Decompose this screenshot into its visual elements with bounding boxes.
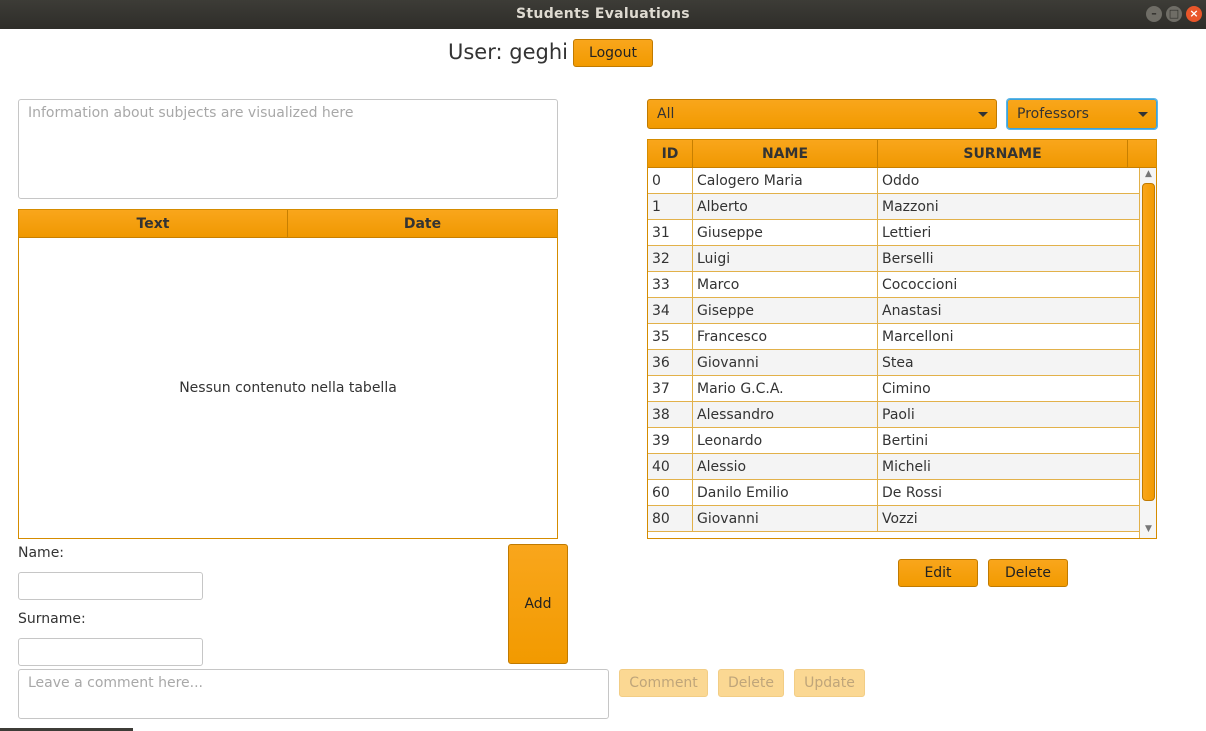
table-row[interactable]: 80 Giovanni Vozzi — [648, 506, 1139, 532]
delete-professor-button[interactable]: Delete — [988, 559, 1068, 587]
table-row[interactable]: 39 Leonardo Bertini — [648, 428, 1139, 454]
cell-name: Leonardo — [693, 428, 878, 454]
surname-label: Surname: — [18, 611, 86, 627]
cell-name: Alessandro — [693, 402, 878, 428]
cell-id: 33 — [648, 272, 693, 298]
scroll-down-icon[interactable]: ▼ — [1140, 524, 1156, 534]
user-label: User: geghi — [448, 40, 568, 64]
cell-name: Luigi — [693, 246, 878, 272]
name-label: Name: — [18, 545, 65, 561]
cell-id: 34 — [648, 298, 693, 324]
table-row[interactable]: 35 Francesco Marcelloni — [648, 324, 1139, 350]
cell-surname: De Rossi — [882, 485, 942, 501]
filter-combo-all[interactable]: All — [647, 99, 997, 129]
table-row[interactable]: 31 Giuseppe Lettieri — [648, 220, 1139, 246]
column-header-text[interactable]: Text — [19, 210, 288, 238]
logout-button[interactable]: Logout — [573, 39, 653, 67]
chevron-down-icon — [978, 112, 988, 117]
table-row[interactable]: 37 Mario G.C.A. Cimino — [648, 376, 1139, 402]
cell-surname: Oddo — [882, 173, 920, 189]
subjects-info-area[interactable]: Information about subjects are visualize… — [18, 99, 558, 199]
cell-id: 36 — [648, 350, 693, 376]
comments-table[interactable]: Text Date Nessun contenuto nella tabella — [18, 209, 558, 539]
cell-id: 80 — [648, 506, 693, 532]
cell-id: 39 — [648, 428, 693, 454]
cell-surname: Berselli — [882, 251, 934, 267]
cell-id: 37 — [648, 376, 693, 402]
empty-table-message: Nessun contenuto nella tabella — [179, 380, 397, 396]
cell-name: Giseppe — [693, 298, 878, 324]
window-title: Students Evaluations — [516, 6, 690, 22]
minimize-icon[interactable]: – — [1146, 6, 1162, 22]
table-row[interactable]: 33 Marco Cococcioni — [648, 272, 1139, 298]
cell-name: Giovanni — [693, 350, 878, 376]
table-row[interactable]: 36 Giovanni Stea — [648, 350, 1139, 376]
cell-name: Alberto — [693, 194, 878, 220]
cell-surname: Cimino — [882, 381, 931, 397]
table-row[interactable]: 1 Alberto Mazzoni — [648, 194, 1139, 220]
maximize-icon[interactable]: □ — [1166, 6, 1182, 22]
surname-input[interactable] — [18, 638, 203, 666]
filter-combo-all-value: All — [657, 106, 675, 122]
comments-table-header: Text Date — [19, 210, 557, 238]
professors-table[interactable]: ID NAME SURNAME 0 Calogero Maria Oddo 1 Albe… — [647, 139, 1157, 539]
cell-name: Calogero Maria — [693, 168, 878, 194]
cell-id: 60 — [648, 480, 693, 506]
table-scrollbar[interactable]: ▲ ▼ — [1139, 168, 1156, 538]
cell-id: 31 — [648, 220, 693, 246]
cell-name: Marco — [693, 272, 878, 298]
column-header-surname[interactable]: SURNAME — [878, 140, 1128, 168]
scroll-up-icon[interactable]: ▲ — [1140, 169, 1156, 179]
cell-name: Mario G.C.A. — [693, 376, 878, 402]
name-input[interactable] — [18, 572, 203, 600]
table-row[interactable]: 32 Luigi Berselli — [648, 246, 1139, 272]
table-row[interactable]: 0 Calogero Maria Oddo — [648, 168, 1139, 194]
cell-surname: Micheli — [882, 459, 931, 475]
column-header-id[interactable]: ID — [648, 140, 693, 168]
chevron-down-icon — [1138, 112, 1148, 117]
column-header-date[interactable]: Date — [288, 210, 557, 238]
cell-id: 1 — [648, 194, 693, 220]
column-header-name[interactable]: NAME — [693, 140, 878, 168]
cell-name: Danilo Emilio — [693, 480, 878, 506]
cell-id: 38 — [648, 402, 693, 428]
comment-button[interactable]: Comment — [619, 669, 708, 697]
cell-name: Francesco — [693, 324, 878, 350]
cell-id: 40 — [648, 454, 693, 480]
cell-surname: Anastasi — [882, 303, 942, 319]
table-row[interactable]: 40 Alessio Micheli — [648, 454, 1139, 480]
professors-table-header: ID NAME SURNAME — [648, 140, 1156, 168]
table-row[interactable]: 60 Danilo Emilio De Rossi — [648, 480, 1139, 506]
edit-button[interactable]: Edit — [898, 559, 978, 587]
cell-surname: Cococcioni — [882, 277, 958, 293]
cell-id: 35 — [648, 324, 693, 350]
update-comment-button[interactable]: Update — [794, 669, 865, 697]
table-row[interactable]: 38 Alessandro Paoli — [648, 402, 1139, 428]
comment-input[interactable]: Leave a comment here... — [18, 669, 609, 719]
cell-surname: Paoli — [882, 407, 915, 423]
filter-combo-role-value: Professors — [1017, 106, 1089, 122]
cell-surname: Marcelloni — [882, 329, 954, 345]
scrollbar-thumb[interactable] — [1142, 183, 1155, 501]
delete-comment-button[interactable]: Delete — [718, 669, 784, 697]
cell-name: Giuseppe — [693, 220, 878, 246]
cell-surname: Lettieri — [882, 225, 932, 241]
table-row[interactable]: 34 Giseppe Anastasi — [648, 298, 1139, 324]
cell-surname: Bertini — [882, 433, 929, 449]
column-header-filler — [1128, 140, 1156, 168]
window-titlebar: Students Evaluations – □ × — [0, 0, 1206, 29]
cell-surname: Mazzoni — [882, 199, 939, 215]
add-button[interactable]: Add — [508, 544, 568, 664]
filter-combo-role[interactable]: Professors — [1007, 99, 1157, 129]
cell-id: 0 — [648, 168, 693, 194]
close-icon[interactable]: × — [1186, 6, 1202, 22]
cell-surname: Vozzi — [882, 511, 918, 527]
cell-id: 32 — [648, 246, 693, 272]
cell-name: Alessio — [693, 454, 878, 480]
cell-name: Giovanni — [693, 506, 878, 532]
cell-surname: Stea — [882, 355, 914, 371]
